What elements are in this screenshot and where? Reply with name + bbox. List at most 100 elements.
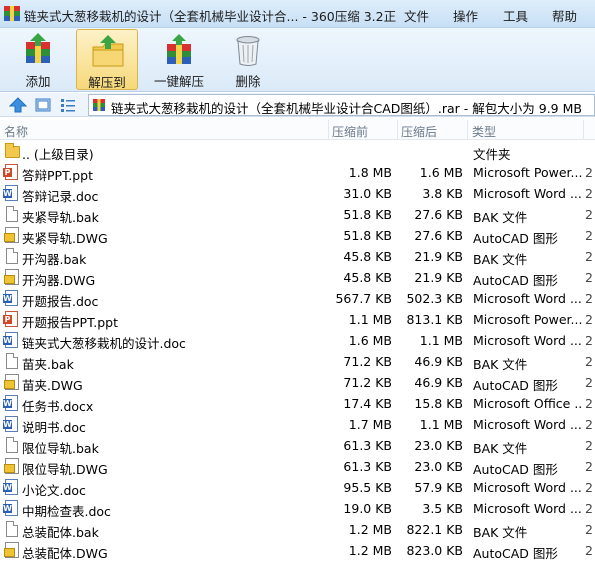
file-name: 总装配体.DWG — [22, 546, 108, 561]
ppt-icon: P — [3, 311, 20, 328]
file-row[interactable]: 夹紧导轨.DWG 51.8 KB 27.6 KB AutoCAD 图形 2 — [0, 225, 595, 246]
file-packed-size: 3.5 KB — [422, 501, 463, 516]
dwg-icon — [4, 269, 20, 286]
bak-icon — [4, 206, 20, 223]
file-row[interactable]: W 说明书.doc 1.7 MB 1.1 MB Microsoft Word ... 2 — [0, 414, 595, 435]
detail-view-icon[interactable] — [60, 97, 76, 113]
add-button[interactable]: 添加 — [10, 29, 66, 90]
file-type: 文件夹 — [473, 147, 511, 162]
file-name: 夹紧导轨.bak — [22, 210, 99, 225]
file-type: Microsoft Word ... — [473, 186, 582, 201]
file-size: 61.3 KB — [343, 459, 392, 474]
file-packed-size: 21.9 KB — [414, 249, 463, 264]
file-row[interactable]: P 答辩PPT.ppt 1.8 MB 1.6 MB Microsoft Power...… — [0, 162, 595, 183]
file-name: 答辩记录.doc — [22, 189, 99, 204]
bak-icon — [4, 353, 20, 370]
file-name: 任务书.docx — [22, 399, 94, 414]
file-size: 61.3 KB — [343, 438, 392, 453]
file-row[interactable]: P 开题报告PPT.ppt 1.1 MB 813.1 KB Microsoft Powe… — [0, 309, 595, 330]
ppt-icon: P — [3, 164, 20, 181]
file-size: 1.1 MB — [348, 312, 392, 327]
file-packed-size: 822.1 KB — [406, 522, 463, 537]
word-icon: W — [3, 185, 20, 202]
file-row[interactable]: 开沟器.DWG 45.8 KB 21.9 KB AutoCAD 图形 2 — [0, 267, 595, 288]
truncated-column-text: 2 — [585, 249, 593, 264]
delete-button[interactable]: 删除 — [220, 29, 276, 90]
truncated-column-text: 2 — [585, 375, 593, 390]
delete-label: 删除 — [235, 74, 261, 89]
file-row[interactable]: W 小论文.doc 95.5 KB 57.9 KB Microsoft Word ...… — [0, 477, 595, 498]
file-row[interactable]: W 中期检查表.doc 19.0 KB 3.5 KB Microsoft Word ..… — [0, 498, 595, 519]
file-type: Microsoft Word ... — [473, 291, 582, 306]
large-icon-view-icon[interactable] — [35, 97, 51, 113]
col-name[interactable]: 名称 — [4, 123, 28, 140]
col-packed[interactable]: 压缩后 — [401, 123, 437, 140]
file-row[interactable]: .. (上级目录) 文件夹 — [0, 141, 595, 162]
col-type[interactable]: 类型 — [472, 123, 496, 140]
file-row[interactable]: W 答辩记录.doc 31.0 KB 3.8 KB Microsoft Word ...… — [0, 183, 595, 204]
menu-tools[interactable]: 工具 — [503, 6, 528, 25]
one-click-extract-icon — [167, 34, 191, 64]
file-row[interactable]: W 链夹式大葱移栽机的设计.doc 1.6 MB 1.1 MB Microsoft Wo… — [0, 330, 595, 351]
file-type: Microsoft Office ... — [473, 396, 583, 411]
extract-to-button[interactable]: 解压到 — [76, 29, 138, 90]
file-name: 苗夹.bak — [22, 357, 74, 372]
menu-help[interactable]: 帮助 — [552, 6, 577, 25]
file-size: 1.7 MB — [348, 417, 392, 432]
app-logo-icon — [4, 6, 20, 21]
up-arrow-icon[interactable] — [9, 96, 27, 114]
file-size: 45.8 KB — [343, 249, 392, 264]
file-packed-size: 1.1 MB — [419, 417, 463, 432]
file-row[interactable]: W 任务书.docx 17.4 KB 15.8 KB Microsoft Office … — [0, 393, 595, 414]
file-type: Microsoft Word ... — [473, 417, 582, 432]
file-name: 说明书.doc — [22, 420, 86, 435]
file-packed-size: 1.6 MB — [419, 165, 463, 180]
file-packed-size: 27.6 KB — [414, 207, 463, 222]
file-type: BAK 文件 — [473, 357, 528, 372]
truncated-column-text: 2 — [585, 333, 593, 348]
address-bar[interactable]: 链夹式大葱移栽机的设计（全套机械毕业设计合CAD图纸）.rar - 解包大小为 … — [88, 94, 595, 116]
archive-icon — [92, 98, 106, 112]
truncated-column-text: 2 — [585, 291, 593, 306]
file-packed-size: 502.3 KB — [406, 291, 463, 306]
file-row[interactable]: 苗夹.bak 71.2 KB 46.9 KB BAK 文件 2 — [0, 351, 595, 372]
file-row[interactable]: 总装配体.DWG 1.2 MB 823.0 KB AutoCAD 图形 2 — [0, 540, 595, 561]
file-type: Microsoft Power... — [473, 165, 583, 180]
menu-file[interactable]: 文件 — [404, 6, 429, 25]
one-click-extract-button[interactable]: 一键解压 — [148, 29, 210, 90]
file-type: AutoCAD 图形 — [473, 378, 558, 393]
file-row[interactable]: 总装配体.bak 1.2 MB 822.1 KB BAK 文件 2 — [0, 519, 595, 540]
menu-operation[interactable]: 操作 — [453, 6, 478, 25]
file-row[interactable]: 限位导轨.bak 61.3 KB 23.0 KB BAK 文件 2 — [0, 435, 595, 456]
bak-icon — [4, 248, 20, 265]
truncated-column-text: 2 — [585, 207, 593, 222]
file-size: 31.0 KB — [343, 186, 392, 201]
file-name: 苗夹.DWG — [22, 378, 83, 393]
file-packed-size: 21.9 KB — [414, 270, 463, 285]
file-list: .. (上级目录) 文件夹 P 答辩PPT.ppt 1.8 MB 1.6 MB Micros… — [0, 141, 595, 561]
word-icon: W — [3, 416, 20, 433]
dwg-icon — [4, 542, 20, 559]
file-row[interactable]: 夹紧导轨.bak 51.8 KB 27.6 KB BAK 文件 2 — [0, 204, 595, 225]
dwg-icon — [4, 374, 20, 391]
add-label: 添加 — [25, 74, 51, 89]
file-row[interactable]: 开沟器.bak 45.8 KB 21.9 KB BAK 文件 2 — [0, 246, 595, 267]
truncated-column-text: 2 — [585, 459, 593, 474]
file-packed-size: 57.9 KB — [414, 480, 463, 495]
file-size: 1.6 MB — [348, 333, 392, 348]
truncated-column-text: 2 — [585, 165, 593, 180]
file-row[interactable]: 苗夹.DWG 71.2 KB 46.9 KB AutoCAD 图形 2 — [0, 372, 595, 393]
file-type: BAK 文件 — [473, 252, 528, 267]
dwg-icon — [4, 227, 20, 244]
file-name: 答辩PPT.ppt — [22, 168, 93, 183]
file-type: BAK 文件 — [473, 441, 528, 456]
window-title: 链夹式大葱移栽机的设计（全套机械毕业设计合... - 360压缩 3.2正式版 — [24, 9, 396, 24]
col-size[interactable]: 压缩前 — [332, 123, 368, 140]
extract-to-label: 解压到 — [88, 75, 126, 90]
file-name: .. (上级目录) — [22, 147, 94, 162]
file-row[interactable]: 限位导轨.DWG 61.3 KB 23.0 KB AutoCAD 图形 2 — [0, 456, 595, 477]
file-row[interactable]: W 开题报告.doc 567.7 KB 502.3 KB Microsoft Word … — [0, 288, 595, 309]
bak-icon — [4, 521, 20, 538]
word-icon: W — [3, 290, 20, 307]
trash-icon — [236, 36, 260, 66]
